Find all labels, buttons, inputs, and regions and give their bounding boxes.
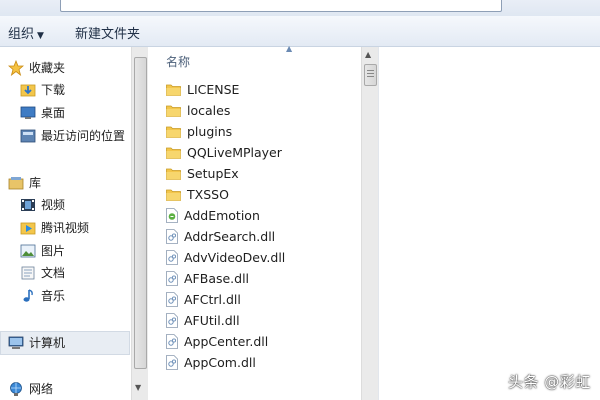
nav-item-pictures[interactable]: 图片 — [20, 241, 65, 261]
list-item[interactable]: AppCom.dll — [166, 352, 256, 373]
list-item[interactable]: AFCtrl.dll — [166, 289, 241, 310]
nav-network-label: 网络 — [29, 382, 54, 396]
file-name: locales — [187, 103, 231, 118]
list-item[interactable]: LICENSE — [166, 79, 239, 100]
navigation-scrollbar-thumb[interactable] — [134, 57, 147, 369]
dll-file-icon — [166, 292, 178, 307]
folder-icon — [166, 84, 181, 96]
folder-icon — [166, 147, 181, 159]
scroll-down-arrow-icon[interactable]: ▼ — [135, 383, 141, 392]
nav-favorites[interactable]: 收藏夹 — [8, 58, 65, 78]
dll-file-icon — [166, 313, 178, 328]
network-icon — [10, 381, 22, 396]
nav-item-label: 腾讯视频 — [41, 221, 90, 235]
file-name: AFCtrl.dll — [184, 292, 241, 307]
pane-divider — [378, 47, 379, 400]
list-item[interactable]: plugins — [166, 121, 232, 142]
documents-icon — [21, 266, 35, 279]
organize-button[interactable]: 组织 ▼ — [8, 23, 44, 42]
column-header-name[interactable]: 名称 ▲ — [150, 44, 360, 71]
nav-item-documents[interactable]: 文档 — [20, 263, 65, 283]
filelist-scrollbar[interactable]: ▲ — [361, 47, 378, 400]
nav-item-tencent-video[interactable]: 腾讯视频 — [20, 218, 89, 238]
file-name: AdvVideoDev.dll — [184, 250, 286, 265]
computer-icon — [8, 336, 24, 349]
file-name: SetupEx — [187, 166, 239, 181]
new-folder-button[interactable]: 新建文件夹 — [75, 23, 140, 42]
address-bar-area — [0, 0, 600, 16]
nav-libraries-label: 库 — [29, 176, 42, 190]
dll-file-icon — [166, 229, 178, 244]
nav-item-label: 最近访问的位置 — [41, 129, 126, 143]
nav-computer[interactable]: 计算机 — [8, 333, 65, 353]
file-name: TXSSO — [187, 187, 229, 202]
folder-icon — [166, 189, 181, 201]
organize-label: 组织 — [8, 27, 35, 42]
navigation-scrollbar[interactable]: ▼ — [131, 47, 148, 400]
nav-item-label: 视频 — [41, 198, 66, 212]
list-item[interactable]: AddEmotion — [166, 205, 260, 226]
dll-file-icon — [166, 271, 178, 286]
file-name: AppCenter.dll — [184, 334, 269, 349]
nav-network[interactable]: 网络 — [8, 379, 53, 399]
file-name: AppCom.dll — [184, 355, 256, 370]
dll-file-icon — [166, 355, 178, 370]
column-header-label: 名称 — [166, 55, 191, 69]
file-name: AFUtil.dll — [184, 313, 240, 328]
command-bar: 组织 ▼ 新建文件夹 — [0, 16, 600, 47]
nav-favorites-label: 收藏夹 — [29, 61, 66, 75]
dll-file-icon — [166, 334, 178, 349]
exe-file-icon — [166, 208, 178, 223]
nav-item-music[interactable]: 音乐 — [20, 286, 65, 306]
video-icon — [21, 198, 35, 211]
list-item[interactable]: TXSSO — [166, 184, 229, 205]
desktop-icon — [20, 106, 36, 119]
download-folder-icon — [20, 84, 36, 96]
chevron-down-icon: ▼ — [37, 31, 44, 41]
list-item[interactable]: AdvVideoDev.dll — [166, 247, 285, 268]
list-item[interactable]: QQLiveMPlayer — [166, 142, 282, 163]
file-name: AFBase.dll — [184, 271, 250, 286]
list-item[interactable]: AFUtil.dll — [166, 310, 240, 331]
list-item[interactable]: SetupEx — [166, 163, 239, 184]
library-icon — [8, 176, 24, 189]
address-bar[interactable] — [60, 0, 502, 12]
star-icon — [8, 59, 24, 76]
list-item[interactable]: locales — [166, 100, 230, 121]
nav-computer-label: 计算机 — [29, 336, 66, 350]
nav-item-label: 音乐 — [41, 289, 66, 303]
folder-icon — [166, 105, 181, 117]
dll-file-icon — [166, 250, 178, 265]
filelist-scrollbar-thumb[interactable] — [364, 64, 377, 86]
list-item[interactable]: AFBase.dll — [166, 268, 249, 289]
nav-item-download[interactable]: 下载 — [20, 80, 65, 100]
file-name: LICENSE — [187, 82, 240, 97]
list-item[interactable]: AddrSearch.dll — [166, 226, 275, 247]
tencent-video-icon — [20, 222, 36, 234]
nav-item-label: 桌面 — [41, 106, 66, 120]
navigation-pane: 收藏夹 下载 桌面 最近访问的位置 库 视频 腾讯视频 图片 文档 音乐 计算机… — [0, 47, 130, 400]
music-note-icon — [23, 288, 33, 302]
nav-item-label: 图片 — [41, 244, 66, 258]
file-name: AddEmotion — [184, 208, 260, 223]
nav-item-desktop[interactable]: 桌面 — [20, 103, 65, 123]
nav-item-label: 文档 — [41, 266, 66, 280]
nav-item-video[interactable]: 视频 — [20, 195, 65, 215]
folder-icon — [166, 168, 181, 180]
nav-item-recent[interactable]: 最近访问的位置 — [20, 126, 125, 146]
new-folder-label: 新建文件夹 — [75, 27, 141, 42]
file-name: plugins — [187, 124, 233, 139]
folder-icon — [166, 126, 181, 138]
watermark-text: 头条 @彩虹 — [508, 373, 591, 391]
scroll-up-arrow-icon[interactable]: ▲ — [365, 50, 371, 59]
sort-ascending-icon: ▲ — [286, 44, 293, 53]
pictures-icon — [20, 244, 36, 257]
recent-places-icon — [20, 129, 36, 142]
nav-libraries[interactable]: 库 — [8, 173, 41, 193]
file-name: AddrSearch.dll — [184, 229, 276, 244]
file-name: QQLiveMPlayer — [187, 145, 282, 160]
list-item[interactable]: AppCenter.dll — [166, 331, 268, 352]
nav-item-label: 下载 — [41, 83, 66, 97]
